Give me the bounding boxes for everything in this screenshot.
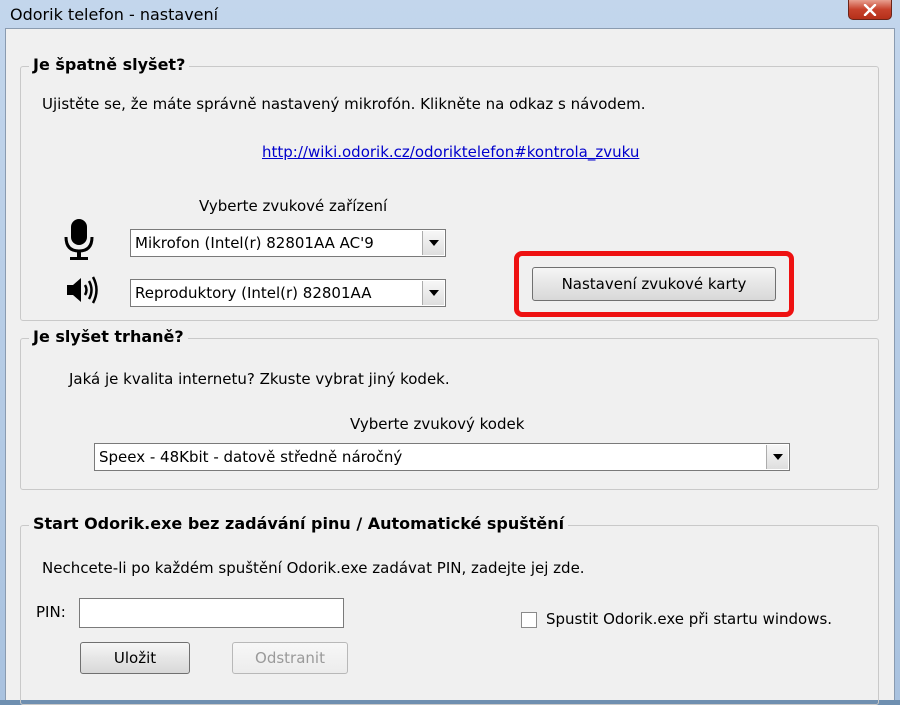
codec-dropdown-button[interactable] [766,445,788,469]
speaker-icon [67,276,98,304]
codec-group-title: Je slyšet trhaně? [29,327,188,346]
close-button[interactable] [848,0,892,20]
close-icon [863,3,877,16]
microphone-icon [64,219,94,260]
speaker-dropdown-button[interactable] [422,281,444,305]
settings-window: Odorik telefon - nastavení Je špatně sly… [0,0,900,705]
speaker-select[interactable]: Reproduktory (Intel(r) 82801AA [130,279,446,307]
client-area: Je špatně slyšet? Ujistěte se, že máte s… [5,28,895,705]
codec-description: Jaká je kvalita internetu? Zkuste vybrat… [69,370,450,388]
chevron-down-icon [428,240,439,246]
window-title: Odorik telefon - nastavení [10,5,219,24]
audio-group-title: Je špatně slyšet? [29,55,190,74]
codec-label: Vyberte zvukový kodek [350,415,525,433]
autostart-label[interactable]: Spustit Odorik.exe při startu windows. [546,610,832,628]
speaker-value: Reproduktory (Intel(r) 82801AA [135,284,372,302]
pin-input[interactable] [79,598,344,628]
soundcard-settings-button[interactable]: Nastavení zvukové karty [532,267,776,301]
codec-select[interactable]: Speex - 48Kbit - datově středně náročný [94,443,790,471]
startup-group: Start Odorik.exe bez zadávání pinu / Aut… [20,514,879,705]
microphone-value: Mikrofon (Intel(r) 82801AA AC'9 [135,234,374,252]
help-link[interactable]: http://wiki.odorik.cz/odoriktelefon#kont… [262,143,639,161]
microphone-select[interactable]: Mikrofon (Intel(r) 82801AA AC'9 [130,229,446,257]
autostart-checkbox[interactable] [521,612,537,628]
audio-description: Ujistěte se, že máte správně nastavený m… [42,95,646,113]
device-label: Vyberte zvukové zařízení [199,197,388,215]
title-bar[interactable]: Odorik telefon - nastavení [0,0,900,28]
save-button[interactable]: Uložit [80,642,190,674]
startup-description: Nechcete-li po každém spuštění Odorik.ex… [42,559,585,577]
audio-group: Je špatně slyšet? Ujistěte se, že máte s… [20,55,879,321]
startup-group-title: Start Odorik.exe bez zadávání pinu / Aut… [29,514,569,533]
microphone-dropdown-button[interactable] [422,231,444,255]
chevron-down-icon [428,290,439,296]
chevron-down-icon [772,454,783,460]
remove-button[interactable]: Odstranit [232,642,348,674]
pin-label: PIN: [36,603,66,621]
codec-value: Speex - 48Kbit - datově středně náročný [99,448,403,466]
codec-group: Je slyšet trhaně? Jaká je kvalita intern… [20,327,879,490]
